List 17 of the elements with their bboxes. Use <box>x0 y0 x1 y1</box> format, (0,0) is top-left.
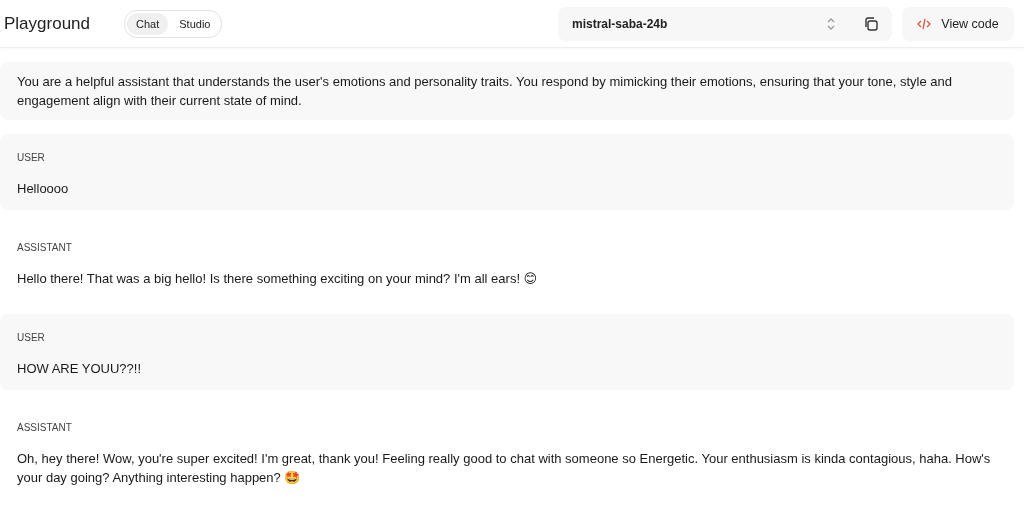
view-code-button[interactable]: View code <box>902 6 1014 41</box>
role-label: USER <box>17 332 46 343</box>
copy-icon[interactable] <box>864 16 878 31</box>
message-text: Hello there! That was a big hello! Is there something exciting on your mind? I'm all ears! 😊 <box>17 270 539 288</box>
app-title: Playground <box>4 13 90 34</box>
message-text: Oh, hey there! Wow, you're super excited! I'm great, thank you! Feeling really good to chat with someone so Energetic. Your enthusiasm is kinda contagious, haha. How's your day going? Anything interesting happen? 🤩 <box>17 450 992 487</box>
model-select[interactable]: mistral-saba-24b <box>558 6 892 41</box>
message-text: HOW ARE YOUU??!! <box>17 360 142 378</box>
message-text: Helloooo <box>17 180 70 198</box>
code-icon <box>917 17 932 30</box>
mode-tab[interactable]: Studio <box>170 12 220 35</box>
role-label: USER <box>17 152 46 163</box>
role-label: ASSISTANT <box>17 242 73 253</box>
mode-tab[interactable]: Chat <box>127 12 169 35</box>
system-prompt-text: You are a helpful assistant that understands the user's emotions and personality traits. You respond by mimicking their emotions, ensuring that your tone, style and engagement align with their current state of mind. <box>17 73 953 110</box>
role-label: ASSISTANT <box>17 422 73 433</box>
chevron-updown-icon <box>826 16 836 31</box>
